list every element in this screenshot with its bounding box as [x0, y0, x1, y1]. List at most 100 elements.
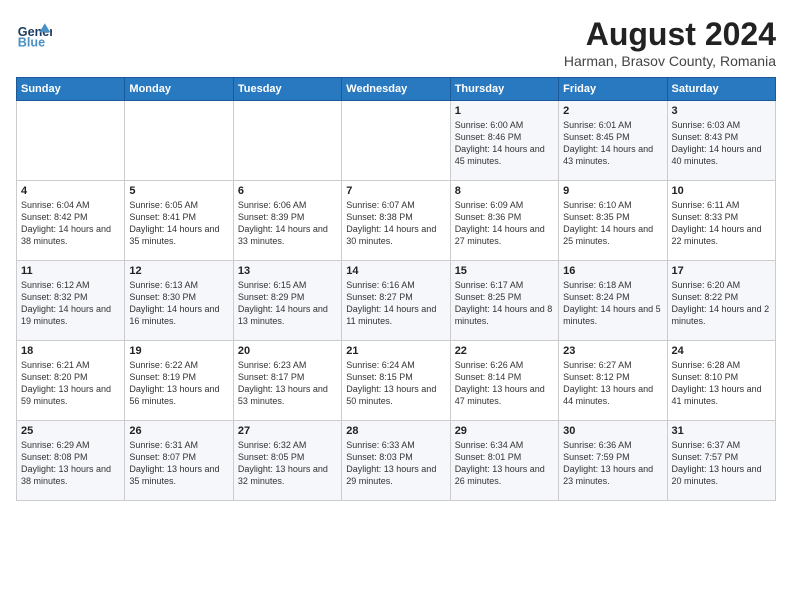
day-cell: 26 Sunrise: 6:31 AM Sunset: 8:07 PM Dayli… [125, 421, 233, 501]
day-content: Sunrise: 6:04 AM Sunset: 8:42 PM Dayligh… [21, 199, 120, 248]
col-header-tuesday: Tuesday [233, 78, 341, 101]
day-cell: 20 Sunrise: 6:23 AM Sunset: 8:17 PM Dayli… [233, 341, 341, 421]
day-content: Sunrise: 6:00 AM Sunset: 8:46 PM Dayligh… [455, 119, 554, 168]
col-header-saturday: Saturday [667, 78, 775, 101]
day-number: 25 [21, 425, 120, 437]
day-content: Sunrise: 6:36 AM Sunset: 7:59 PM Dayligh… [563, 439, 662, 488]
day-content: Sunrise: 6:17 AM Sunset: 8:25 PM Dayligh… [455, 279, 554, 328]
day-content: Sunrise: 6:24 AM Sunset: 8:15 PM Dayligh… [346, 359, 445, 408]
day-cell: 6 Sunrise: 6:06 AM Sunset: 8:39 PM Daylig… [233, 181, 341, 261]
day-number: 20 [238, 345, 337, 357]
day-content: Sunrise: 6:32 AM Sunset: 8:05 PM Dayligh… [238, 439, 337, 488]
day-content: Sunrise: 6:20 AM Sunset: 8:22 PM Dayligh… [672, 279, 771, 328]
week-row-5: 25Sunrise: 6:29 AM Sunset: 8:08 PM Dayli… [17, 421, 776, 501]
day-content: Sunrise: 6:28 AM Sunset: 8:10 PM Dayligh… [672, 359, 771, 408]
day-number: 1 [455, 105, 554, 117]
day-content: Sunrise: 6:10 AM Sunset: 8:35 PM Dayligh… [563, 199, 662, 248]
day-cell: 13 Sunrise: 6:15 AM Sunset: 8:29 PM Dayli… [233, 261, 341, 341]
day-number: 4 [21, 185, 120, 197]
day-content: Sunrise: 6:12 AM Sunset: 8:32 PM Dayligh… [21, 279, 120, 328]
day-content: Sunrise: 6:03 AM Sunset: 8:43 PM Dayligh… [672, 119, 771, 168]
day-cell: 16 Sunrise: 6:18 AM Sunset: 8:24 PM Dayli… [559, 261, 667, 341]
day-cell [342, 101, 450, 181]
day-number: 26 [129, 425, 228, 437]
day-number: 22 [455, 345, 554, 357]
day-content: Sunrise: 6:23 AM Sunset: 8:17 PM Dayligh… [238, 359, 337, 408]
day-number: 3 [672, 105, 771, 117]
day-content: Sunrise: 6:31 AM Sunset: 8:07 PM Dayligh… [129, 439, 228, 488]
day-content: Sunrise: 6:33 AM Sunset: 8:03 PM Dayligh… [346, 439, 445, 488]
day-cell: 31Sunrise: 6:37 AM Sunset: 7:57 PM Dayli… [667, 421, 775, 501]
day-cell: 8Sunrise: 6:09 AM Sunset: 8:36 PM Daylig… [450, 181, 558, 261]
day-cell: 28 Sunrise: 6:33 AM Sunset: 8:03 PM Dayli… [342, 421, 450, 501]
day-cell: 15 Sunrise: 6:17 AM Sunset: 8:25 PM Dayli… [450, 261, 558, 341]
day-number: 8 [455, 185, 554, 197]
day-cell [17, 101, 125, 181]
day-number: 12 [129, 265, 228, 277]
day-cell: 3 Sunrise: 6:03 AM Sunset: 8:43 PM Daylig… [667, 101, 775, 181]
day-number: 21 [346, 345, 445, 357]
day-number: 13 [238, 265, 337, 277]
day-cell: 2Sunrise: 6:01 AM Sunset: 8:45 PM Daylig… [559, 101, 667, 181]
day-content: Sunrise: 6:27 AM Sunset: 8:12 PM Dayligh… [563, 359, 662, 408]
day-number: 16 [563, 265, 662, 277]
day-cell: 14 Sunrise: 6:16 AM Sunset: 8:27 PM Dayli… [342, 261, 450, 341]
day-number: 29 [455, 425, 554, 437]
day-cell: 22Sunrise: 6:26 AM Sunset: 8:14 PM Dayli… [450, 341, 558, 421]
day-number: 30 [563, 425, 662, 437]
day-number: 2 [563, 105, 662, 117]
day-number: 28 [346, 425, 445, 437]
day-number: 19 [129, 345, 228, 357]
day-cell: 4 Sunrise: 6:04 AM Sunset: 8:42 PM Daylig… [17, 181, 125, 261]
day-cell: 10 Sunrise: 6:11 AM Sunset: 8:33 PM Dayli… [667, 181, 775, 261]
day-cell: 5 Sunrise: 6:05 AM Sunset: 8:41 PM Daylig… [125, 181, 233, 261]
day-content: Sunrise: 6:11 AM Sunset: 8:33 PM Dayligh… [672, 199, 771, 248]
col-header-friday: Friday [559, 78, 667, 101]
day-number: 17 [672, 265, 771, 277]
day-number: 18 [21, 345, 120, 357]
day-content: Sunrise: 6:34 AM Sunset: 8:01 PM Dayligh… [455, 439, 554, 488]
page-header: General Blue August 2024 Harman, Brasov … [16, 16, 776, 69]
day-number: 14 [346, 265, 445, 277]
col-header-sunday: Sunday [17, 78, 125, 101]
col-header-wednesday: Wednesday [342, 78, 450, 101]
calendar-table: SundayMondayTuesdayWednesdayThursdayFrid… [16, 77, 776, 501]
day-content: Sunrise: 6:06 AM Sunset: 8:39 PM Dayligh… [238, 199, 337, 248]
day-number: 5 [129, 185, 228, 197]
week-row-1: 1 Sunrise: 6:00 AM Sunset: 8:46 PM Daylig… [17, 101, 776, 181]
day-cell: 29 Sunrise: 6:34 AM Sunset: 8:01 PM Dayli… [450, 421, 558, 501]
day-cell: 11 Sunrise: 6:12 AM Sunset: 8:32 PM Dayli… [17, 261, 125, 341]
day-cell: 1 Sunrise: 6:00 AM Sunset: 8:46 PM Daylig… [450, 101, 558, 181]
title-block: August 2024 Harman, Brasov County, Roman… [564, 16, 776, 69]
day-number: 6 [238, 185, 337, 197]
day-cell: 7Sunrise: 6:07 AM Sunset: 8:38 PM Daylig… [342, 181, 450, 261]
day-number: 24 [672, 345, 771, 357]
day-cell: 18 Sunrise: 6:21 AM Sunset: 8:20 PM Dayli… [17, 341, 125, 421]
day-cell [125, 101, 233, 181]
day-number: 10 [672, 185, 771, 197]
day-number: 23 [563, 345, 662, 357]
day-content: Sunrise: 6:13 AM Sunset: 8:30 PM Dayligh… [129, 279, 228, 328]
day-number: 31 [672, 425, 771, 437]
day-cell [233, 101, 341, 181]
main-title: August 2024 [564, 16, 776, 53]
day-cell: 9 Sunrise: 6:10 AM Sunset: 8:35 PM Daylig… [559, 181, 667, 261]
day-cell: 24 Sunrise: 6:28 AM Sunset: 8:10 PM Dayli… [667, 341, 775, 421]
day-content: Sunrise: 6:22 AM Sunset: 8:19 PM Dayligh… [129, 359, 228, 408]
day-cell: 17 Sunrise: 6:20 AM Sunset: 8:22 PM Dayli… [667, 261, 775, 341]
day-content: Sunrise: 6:21 AM Sunset: 8:20 PM Dayligh… [21, 359, 120, 408]
day-content: Sunrise: 6:18 AM Sunset: 8:24 PM Dayligh… [563, 279, 662, 328]
svg-text:Blue: Blue [18, 36, 45, 50]
week-row-3: 11 Sunrise: 6:12 AM Sunset: 8:32 PM Dayli… [17, 261, 776, 341]
day-content: Sunrise: 6:15 AM Sunset: 8:29 PM Dayligh… [238, 279, 337, 328]
day-number: 11 [21, 265, 120, 277]
day-number: 9 [563, 185, 662, 197]
day-content: Sunrise: 6:05 AM Sunset: 8:41 PM Dayligh… [129, 199, 228, 248]
day-number: 15 [455, 265, 554, 277]
logo-icon: General Blue [16, 16, 52, 52]
col-header-thursday: Thursday [450, 78, 558, 101]
day-content: Sunrise: 6:07 AM Sunset: 8:38 PM Dayligh… [346, 199, 445, 248]
logo: General Blue [16, 16, 52, 52]
day-cell: 23 Sunrise: 6:27 AM Sunset: 8:12 PM Dayli… [559, 341, 667, 421]
day-content: Sunrise: 6:16 AM Sunset: 8:27 PM Dayligh… [346, 279, 445, 328]
